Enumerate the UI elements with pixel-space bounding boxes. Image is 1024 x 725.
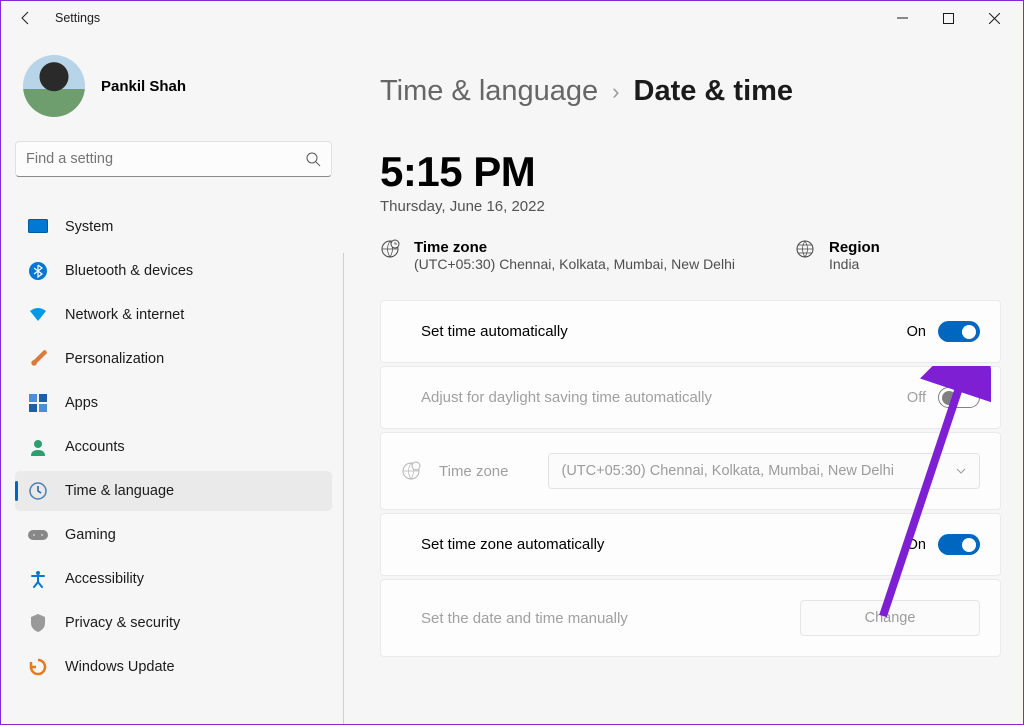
- sidebar-item-accessibility[interactable]: Accessibility: [15, 559, 332, 599]
- shield-icon: [27, 612, 49, 634]
- timezone-dropdown[interactable]: (UTC+05:30) Chennai, Kolkata, Mumbai, Ne…: [548, 453, 980, 489]
- timezone-info: Time zone (UTC+05:30) Chennai, Kolkata, …: [380, 239, 735, 272]
- sidebar-item-label: Privacy & security: [65, 615, 180, 631]
- update-icon: [27, 656, 49, 678]
- sidebar-item-label: Windows Update: [65, 659, 175, 675]
- sidebar-item-label: Apps: [65, 395, 98, 411]
- game-icon: [27, 524, 49, 546]
- sidebar-item-update[interactable]: Windows Update: [15, 647, 332, 687]
- main-panel: Time & language › Date & time 5:15 PM Th…: [346, 35, 1023, 724]
- setting-timezone-picker: Time zone (UTC+05:30) Chennai, Kolkata, …: [380, 432, 1001, 510]
- sidebar-item-label: Accounts: [65, 439, 125, 455]
- globe-icon: [795, 239, 815, 259]
- timezone-title: Time zone: [414, 239, 735, 256]
- sidebar-item-wifi[interactable]: Network & internet: [15, 295, 332, 335]
- minimize-button[interactable]: [879, 2, 925, 34]
- auto-tz-toggle[interactable]: [938, 534, 980, 555]
- maximize-button[interactable]: [925, 2, 971, 34]
- change-button[interactable]: Change: [800, 600, 980, 636]
- sidebar-item-clock[interactable]: Time & language: [15, 471, 332, 511]
- region-title: Region: [829, 239, 880, 256]
- setting-auto-time: Set time automatically On: [380, 300, 1001, 363]
- search-input[interactable]: [26, 151, 305, 167]
- sidebar-item-shield[interactable]: Privacy & security: [15, 603, 332, 643]
- wifi-icon: [27, 304, 49, 326]
- sidebar-item-label: Network & internet: [65, 307, 184, 323]
- daylight-state: Off: [907, 390, 926, 406]
- sidebar-item-bluetooth[interactable]: Bluetooth & devices: [15, 251, 332, 291]
- clock-icon: [27, 480, 49, 502]
- breadcrumb: Time & language › Date & time: [380, 75, 1001, 108]
- auto-tz-label: Set time zone automatically: [421, 536, 604, 553]
- sidebar-item-brush[interactable]: Personalization: [15, 339, 332, 379]
- sidebar-item-label: Gaming: [65, 527, 116, 543]
- region-value: India: [829, 256, 880, 272]
- auto-time-label: Set time automatically: [421, 323, 568, 340]
- window-controls: [879, 2, 1017, 34]
- sidebar-item-label: System: [65, 219, 113, 235]
- timezone-value: (UTC+05:30) Chennai, Kolkata, Mumbai, Ne…: [414, 256, 735, 272]
- sidebar-item-apps[interactable]: Apps: [15, 383, 332, 423]
- sidebar-item-label: Personalization: [65, 351, 164, 367]
- manual-label: Set the date and time manually: [421, 610, 628, 627]
- breadcrumb-parent[interactable]: Time & language: [380, 75, 598, 108]
- sidebar-item-person[interactable]: Accounts: [15, 427, 332, 467]
- setting-auto-tz: Set time zone automatically On: [380, 513, 1001, 576]
- title-bar: Settings: [1, 1, 1023, 35]
- bluetooth-icon: [27, 260, 49, 282]
- search-box[interactable]: [15, 141, 332, 177]
- back-button[interactable]: [17, 9, 35, 27]
- chevron-down-icon: [955, 465, 967, 477]
- daylight-label: Adjust for daylight saving time automati…: [421, 389, 712, 406]
- globe-clock-icon: [401, 461, 421, 481]
- timezone-picker-label: Time zone: [439, 463, 508, 480]
- timezone-dropdown-value: (UTC+05:30) Chennai, Kolkata, Mumbai, Ne…: [561, 463, 893, 479]
- accessibility-icon: [27, 568, 49, 590]
- region-info: Region India: [795, 239, 880, 272]
- nav-list: System Bluetooth & devices Network & inter…: [15, 207, 332, 687]
- sidebar-item-label: Accessibility: [65, 571, 144, 587]
- system-icon: [27, 216, 49, 238]
- sidebar-item-system[interactable]: System: [15, 207, 332, 247]
- chevron-right-icon: ›: [612, 79, 619, 105]
- window-title: Settings: [55, 11, 100, 25]
- auto-time-toggle[interactable]: [938, 321, 980, 342]
- user-name: Pankil Shah: [101, 78, 186, 95]
- sidebar-item-label: Bluetooth & devices: [65, 263, 193, 279]
- apps-icon: [27, 392, 49, 414]
- daylight-toggle[interactable]: [938, 387, 980, 408]
- sidebar-item-label: Time & language: [65, 483, 174, 499]
- profile-block[interactable]: Pankil Shah: [15, 55, 332, 117]
- setting-daylight: Adjust for daylight saving time automati…: [380, 366, 1001, 429]
- sidebar-item-game[interactable]: Gaming: [15, 515, 332, 555]
- brush-icon: [27, 348, 49, 370]
- setting-manual-time: Set the date and time manually Change: [380, 579, 1001, 657]
- auto-time-state: On: [907, 324, 926, 340]
- auto-tz-state: On: [907, 537, 926, 553]
- avatar: [23, 55, 85, 117]
- person-icon: [27, 436, 49, 458]
- globe-clock-icon: [380, 239, 400, 259]
- close-button[interactable]: [971, 2, 1017, 34]
- current-date: Thursday, June 16, 2022: [380, 198, 1001, 215]
- breadcrumb-current: Date & time: [634, 75, 794, 108]
- search-icon: [305, 151, 321, 167]
- current-time: 5:15 PM: [380, 148, 1001, 196]
- sidebar: Pankil Shah System Bluetooth & devices Net…: [1, 35, 346, 724]
